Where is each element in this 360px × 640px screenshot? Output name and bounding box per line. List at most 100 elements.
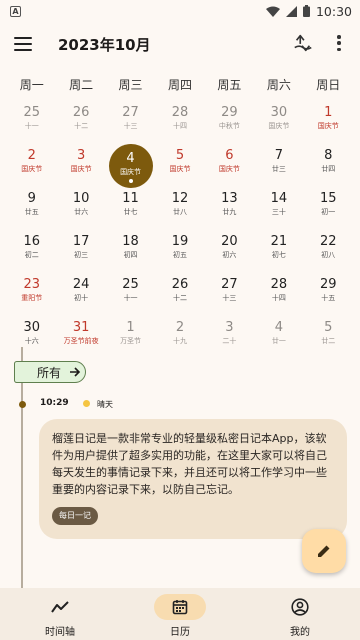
day-number: 24	[72, 277, 90, 292]
day-lunar-label: 廿五	[24, 208, 39, 216]
day-lunar-label: 初四	[123, 251, 138, 259]
day-number: 29	[320, 277, 337, 292]
calendar-day[interactable]: 28 十四	[155, 102, 204, 145]
day-number: 21	[270, 234, 288, 249]
entry-indicator-dot	[128, 179, 133, 183]
calendar-day[interactable]: 27 十三	[205, 274, 254, 317]
calendar-day[interactable]: 7 廿三	[254, 145, 303, 188]
calendar-day[interactable]: 30 国庆节	[254, 102, 303, 145]
timeline-icon	[51, 601, 69, 613]
calendar-day[interactable]: 14 三十	[254, 188, 303, 231]
day-lunar-label: 国庆节	[218, 165, 240, 173]
calendar-day[interactable]: 2 十九	[155, 317, 204, 360]
day-lunar-label: 廿七	[123, 208, 138, 216]
calendar-day[interactable]: 19 初五	[155, 231, 204, 274]
calendar-day[interactable]: 12 廿八	[155, 188, 204, 231]
day-lunar-label: 十三	[222, 294, 237, 302]
calendar-day[interactable]: 26 十二	[56, 102, 105, 145]
weekday-label: 周六	[266, 78, 291, 92]
calendar-grid: 25 十一 26 十二 27 十三 28 十四 29 中秋节 30 国庆节 1 国庆节 2 国庆节 3 国庆节 4 国…	[7, 102, 353, 360]
day-lunar-label: 廿六	[74, 208, 89, 216]
calendar-day[interactable]: 17 初三	[56, 231, 105, 274]
day-lunar-label: 十二	[74, 122, 89, 130]
calendar-day[interactable]: 31 万圣节前夜	[56, 317, 105, 360]
day-number: 4	[274, 320, 283, 335]
calendar-day[interactable]: 26 十二	[155, 274, 204, 317]
day-lunar-label: 廿二	[321, 337, 336, 345]
calendar-day[interactable]: 29 中秋节	[205, 102, 254, 145]
calendar-day[interactable]: 13 廿九	[205, 188, 254, 231]
day-lunar-label: 廿八	[172, 208, 187, 216]
calendar-day[interactable]: 27 十三	[106, 102, 155, 145]
calendar-day[interactable]: 10 廿六	[56, 188, 105, 231]
more-vert-icon[interactable]	[328, 32, 350, 54]
battery-icon	[302, 5, 310, 17]
nav-timeline[interactable]: 时间轴	[0, 588, 120, 640]
account-icon	[291, 598, 309, 616]
calendar-day[interactable]: 30 十六	[7, 317, 56, 360]
day-number: 5	[175, 148, 185, 163]
calendar-day[interactable]: 1 国庆节	[304, 102, 353, 145]
day-number: 1	[324, 105, 333, 120]
calendar-day[interactable]: 8 廿四	[304, 145, 353, 188]
calendar-day[interactable]: 9 廿五	[7, 188, 56, 231]
filter-chip[interactable]: 所有	[14, 361, 86, 383]
calendar-day[interactable]: 18 初四	[106, 231, 155, 274]
calendar-day[interactable]: 23 重阳节	[7, 274, 56, 317]
calendar-day[interactable]: 11 廿七	[106, 188, 155, 231]
menu-icon[interactable]	[12, 34, 34, 54]
entry-tag[interactable]: 每日一记	[52, 507, 98, 525]
calendar-day-selected[interactable]: 4 国庆节	[106, 144, 155, 188]
day-lunar-label: 十三	[123, 122, 138, 130]
calendar-day[interactable]: 20 初六	[205, 231, 254, 274]
day-number: 30	[23, 320, 40, 335]
wifi-icon	[265, 6, 280, 17]
day-lunar-label: 万圣节前夜	[63, 337, 99, 345]
day-number: 30	[270, 105, 288, 120]
calendar-icon	[172, 600, 188, 615]
day-lunar-label: 二十	[222, 337, 237, 345]
day-number: 22	[320, 234, 337, 249]
nav-label-calendar: 日历	[170, 627, 190, 638]
day-lunar-label: 初一	[321, 208, 336, 216]
day-number: 14	[270, 191, 288, 206]
calendar-day[interactable]: 1 万圣节	[106, 317, 155, 360]
calendar-day[interactable]: 22 初八	[304, 231, 353, 274]
day-number: 28	[270, 277, 288, 292]
day-number: 26	[72, 105, 90, 120]
calendar-day[interactable]: 29 十五	[304, 274, 353, 317]
calendar-day[interactable]: 21 初七	[254, 231, 303, 274]
day-number: 6	[225, 148, 234, 163]
calendar-day[interactable]: 2 国庆节	[7, 145, 56, 188]
calendar-day[interactable]: 15 初一	[304, 188, 353, 231]
calendar-day[interactable]: 25 十一	[7, 102, 56, 145]
diary-entry-card[interactable]: 榴莲日记是一款非常专业的轻量级私密日记本App，该软件为用户提供了超多实用的功能…	[39, 419, 347, 539]
day-lunar-label: 国庆节	[317, 122, 339, 130]
new-entry-button[interactable]	[302, 529, 346, 573]
timeline-dot	[19, 401, 26, 408]
calendar-day[interactable]: 25 十一	[106, 274, 155, 317]
calendar-day[interactable]: 5 国庆节	[155, 145, 204, 188]
calendar-day[interactable]: 24 初十	[56, 274, 105, 317]
nav-profile[interactable]: 我的	[240, 588, 360, 640]
day-number: 7	[274, 148, 283, 163]
calendar-day[interactable]: 16 初二	[7, 231, 56, 274]
day-number: 12	[171, 191, 189, 206]
day-lunar-label: 初二	[24, 251, 39, 259]
day-number: 23	[23, 277, 40, 292]
calendar-day[interactable]: 3 国庆节	[56, 145, 105, 188]
calendar-day[interactable]: 4 廿一	[254, 317, 303, 360]
day-number: 16	[23, 234, 40, 249]
nav-calendar[interactable]: 日历	[120, 588, 240, 640]
day-number: 28	[171, 105, 189, 120]
day-lunar-label: 重阳节	[21, 294, 43, 302]
calendar-day[interactable]: 28 十四	[254, 274, 303, 317]
weekday-label: 周三	[118, 78, 143, 92]
switch-icon[interactable]	[292, 32, 314, 54]
month-title[interactable]: 2023年10月	[58, 34, 151, 55]
calendar-day[interactable]: 6 国庆节	[205, 145, 254, 188]
day-number: 25	[122, 277, 139, 292]
filter-label: 所有	[37, 365, 62, 380]
calendar-day[interactable]: 3 二十	[205, 317, 254, 360]
calendar-day[interactable]: 5 廿二	[304, 317, 353, 360]
